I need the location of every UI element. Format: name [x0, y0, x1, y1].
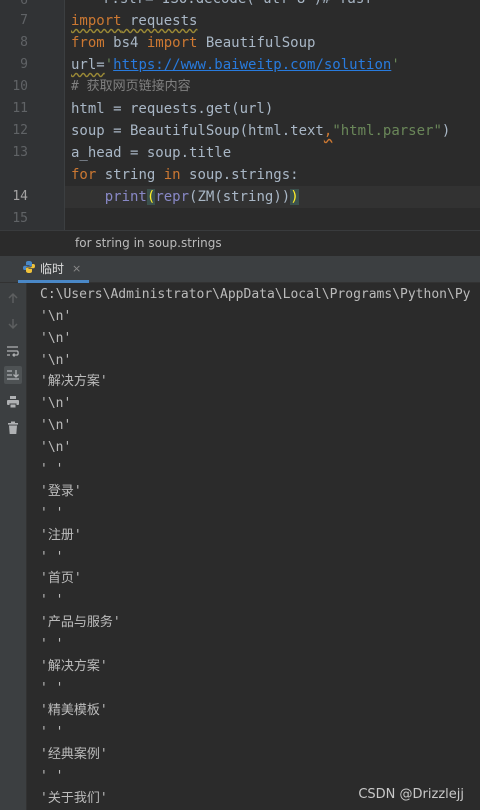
- line-number: 15: [12, 211, 28, 226]
- console-line: '\n': [40, 418, 72, 433]
- string-quote: ': [104, 57, 114, 73]
- console-line: '注册': [40, 528, 82, 543]
- code-text: (ZM(string)): [189, 189, 291, 205]
- code-line: from bs4 import BeautifulSoup: [71, 32, 315, 54]
- trash-icon[interactable]: [4, 419, 22, 437]
- line-number: 13: [12, 145, 28, 160]
- tab-label: 临时: [40, 261, 65, 276]
- console-line: '首页': [40, 571, 82, 586]
- url-link[interactable]: https://www.baiweitp.com/solution: [113, 57, 391, 73]
- line-number: 11: [12, 101, 28, 116]
- console-line: '产品与服务': [40, 615, 121, 630]
- keyword: import: [71, 13, 122, 29]
- console-line: ' ': [40, 506, 64, 521]
- code-text: ): [441, 123, 451, 139]
- code-line: url='https://www.baiweitp.com/solution': [71, 54, 400, 76]
- breadcrumb-label[interactable]: for string in soup.strings: [75, 236, 222, 250]
- down-arrow-icon[interactable]: [4, 315, 22, 333]
- console-line: ' ': [40, 637, 64, 652]
- code-line: soup = BeautifulSoup(html.text,"html.par…: [71, 120, 450, 142]
- code-text: soup.strings:: [180, 167, 299, 183]
- line-number: 8: [20, 35, 28, 50]
- code-editor[interactable]: 6 7 8 9 10 11 12 13 14 15 r.str= ISO.dec…: [0, 0, 480, 256]
- console-line: '\n': [40, 396, 72, 411]
- builtin: print: [104, 189, 147, 205]
- code-line-clipped: r.str= ISO.decode("utf-8")# fasf: [103, 0, 373, 10]
- code-comment: # 获取网页链接内容: [71, 79, 191, 94]
- console-line: ' ': [40, 681, 64, 696]
- code-text: BeautifulSoup: [197, 35, 316, 51]
- console-line: '关于我们': [40, 791, 108, 806]
- string-literal: "html.parser": [332, 123, 442, 139]
- console-line: '经典案例': [40, 747, 108, 762]
- python-icon: [22, 259, 36, 278]
- console-line: ' ': [40, 462, 64, 477]
- console-line: ' ': [40, 593, 64, 608]
- code-line: html = requests.get(url): [71, 101, 274, 117]
- console-line: ' ': [40, 769, 64, 784]
- line-number: 10: [12, 79, 28, 94]
- keyword: in: [163, 167, 181, 183]
- code-text: string: [96, 167, 164, 183]
- line-number: 9: [20, 57, 28, 72]
- code-line: a_head = soup.title: [71, 145, 232, 161]
- print-icon[interactable]: [4, 393, 22, 411]
- console-line: C:\Users\Administrator\AppData\Local\Pro…: [40, 287, 471, 302]
- run-tool-window-header: 临时 ×: [0, 256, 480, 283]
- soft-wrap-icon[interactable]: [4, 342, 22, 360]
- up-arrow-icon[interactable]: [4, 289, 22, 307]
- watermark: CSDN @Drizzlejj: [358, 787, 464, 802]
- code-line-current: print(repr(ZM(string))): [71, 186, 299, 208]
- console-line: '\n': [40, 353, 72, 368]
- builtin: repr: [155, 189, 190, 205]
- console-line: '\n': [40, 309, 72, 324]
- string-quote: ': [391, 57, 400, 73]
- console-line: '\n': [40, 440, 72, 455]
- console-output[interactable]: C:\Users\Administrator\AppData\Local\Pro…: [28, 283, 480, 810]
- scroll-to-end-icon[interactable]: [4, 366, 22, 384]
- line-number-current: 14: [12, 189, 28, 204]
- run-toolbar: [0, 283, 27, 810]
- console-line: ' ': [40, 725, 64, 740]
- code-line: import requests: [71, 10, 197, 32]
- code-text: soup = BeautifulSoup(html.text: [71, 123, 324, 139]
- console-line: ' ': [40, 550, 64, 565]
- console-line: '精美模板': [40, 703, 108, 718]
- keyword: from: [71, 35, 105, 51]
- matched-paren: ): [290, 189, 299, 205]
- console-line: '\n': [40, 331, 72, 346]
- line-number: 12: [12, 123, 28, 138]
- keyword: for: [71, 167, 97, 183]
- tab-run-config[interactable]: 临时 ×: [18, 256, 90, 283]
- line-number: 7: [20, 13, 28, 28]
- close-icon[interactable]: ×: [72, 262, 81, 275]
- code-text: requests: [121, 13, 198, 29]
- console-line: '登录': [40, 484, 82, 499]
- code-text: url=: [71, 57, 105, 73]
- code-line: for string in soup.strings:: [71, 164, 299, 186]
- keyword: import: [146, 35, 198, 51]
- code-text: bs4: [104, 35, 147, 51]
- breadcrumb[interactable]: for string in soup.strings: [0, 230, 480, 256]
- console-line: '解决方案': [40, 659, 108, 674]
- console-line: '解决方案': [40, 374, 108, 389]
